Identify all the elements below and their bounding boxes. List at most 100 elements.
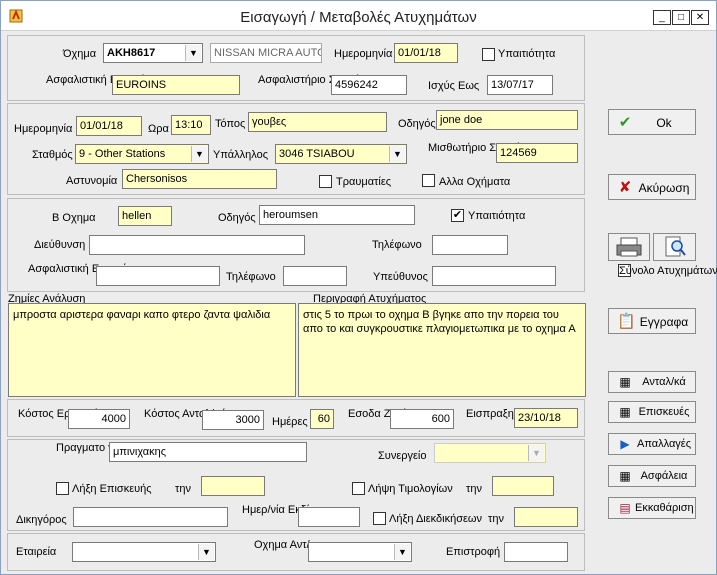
print-button[interactable] [608, 233, 650, 261]
lawyer-label: Δικηγόρος [16, 514, 67, 526]
repairs-button[interactable]: ▦ Επισκευές [608, 401, 696, 423]
rental-field[interactable]: 124569 [496, 143, 578, 163]
employee-select[interactable]: 3046 TSIABOU ▼ [275, 144, 407, 164]
return-field[interactable] [504, 542, 568, 562]
labor-cost-field[interactable]: 4000 [68, 409, 130, 429]
rental-label: Μισθωτήριο Συμβόλαιο [428, 142, 541, 154]
clearance-button[interactable]: ▤ Εκκαθάριση [608, 497, 696, 519]
vehicle-date-field[interactable]: 01/01/18 [394, 43, 458, 63]
preview-button[interactable] [653, 233, 696, 261]
vehicle-panel: Όχημα AKH8617 ▼ NISSAN MICRA AUTO Ημερομη… [7, 35, 585, 101]
parts-button[interactable]: ▦ Ανταλ/κά [608, 371, 696, 393]
close-button[interactable]: ✕ [691, 10, 709, 25]
repair-end-label: Λήξη Επισκευής [72, 483, 152, 495]
minimize-button[interactable]: _ [653, 10, 671, 25]
b-suspect-checkbox[interactable]: ✔ [451, 209, 464, 222]
return-label: Επιστροφή [446, 546, 501, 558]
place-label: Τόπος [215, 118, 246, 130]
maximize-button[interactable]: □ [672, 10, 690, 25]
chevron-down-icon[interactable]: ▼ [185, 45, 201, 61]
repair-end-date-field[interactable] [201, 476, 265, 496]
station-select[interactable]: 9 - Other Stations ▼ [75, 144, 209, 164]
chevron-down-icon[interactable]: ▼ [191, 146, 207, 162]
policy-label: Ασφαλιστήριο Συμβόλαιο [258, 74, 381, 86]
description-textarea[interactable]: στις 5 το πρωι το οχημα Β βγηκε απο την … [298, 303, 586, 397]
b-insurer-label: Ασφαλιστική Εταιρεία [28, 263, 133, 275]
ok-button[interactable]: ✔ Ok [608, 109, 696, 135]
garage-select[interactable]: ▼ [434, 443, 546, 463]
chevron-down-icon[interactable]: ▼ [528, 445, 544, 461]
b-driver-field[interactable]: heroumsen [259, 205, 415, 225]
address-label: Διεύθυνση [34, 239, 86, 251]
damages-textarea[interactable]: μπροστα αριστερα φαναρι καπο φτερο ζαντα… [8, 303, 296, 397]
repair-end-checkbox[interactable] [56, 482, 69, 495]
claims-end-date-field[interactable] [514, 507, 578, 527]
invoice-date-field[interactable] [492, 476, 554, 496]
claims-end-label: Λήξη Διεκδικήσεων [389, 513, 482, 525]
address-field[interactable] [89, 235, 305, 255]
total-accidents-label: Σύνολο Ατυχημάτων [619, 265, 717, 277]
accident-date-field[interactable]: 01/01/18 [76, 116, 142, 136]
window-title: Εισαγωγή / Μεταβολές Ατυχημάτων [240, 9, 477, 26]
driver-field[interactable]: jone doe [436, 110, 578, 130]
documents-button[interactable]: 📋 Εγγραφα [608, 308, 696, 334]
valid-until-label: Ισχύς Εως [428, 80, 480, 92]
repair-end-on-label: την [175, 483, 191, 495]
assessor-field[interactable]: μπινιχακης [109, 442, 307, 462]
play-circle-icon: ▶ [620, 437, 630, 451]
station-value: 9 - Other Stations [79, 148, 166, 160]
parts-cost-field[interactable]: 3000 [202, 410, 264, 430]
driver-label: Οδηγός [398, 118, 436, 130]
title-bar: Εισαγωγή / Μεταβολές Ατυχημάτων _ □ ✕ [1, 1, 716, 31]
accident-date-label: Ημερομηνία [14, 123, 73, 135]
clipboard-icon: 📋 [617, 313, 636, 330]
check-icon: ✔ [618, 114, 632, 131]
labor-cost-label: Κόστος Εργασιών [18, 408, 106, 420]
cancel-button[interactable]: ✘ Ακύρωση [608, 174, 696, 200]
trial-date-label: Ημερ/νία Εκδίκασης [242, 504, 340, 516]
valid-until-field[interactable]: 13/07/17 [487, 75, 553, 95]
vehicle-date-label: Ημερομηνία [334, 48, 393, 60]
accident-window: Εισαγωγή / Μεταβολές Ατυχημάτων _ □ ✕ Όχ… [0, 0, 717, 575]
company-label: Εταιρεία [16, 546, 57, 558]
magnifier-icon [665, 236, 686, 257]
claims-end-on-label: την [488, 513, 504, 525]
b-vehicle-label: Β Οχημα [52, 212, 96, 224]
claims-end-checkbox[interactable] [373, 512, 386, 525]
other-vehicles-checkbox[interactable] [422, 174, 435, 187]
invoice-checkbox[interactable] [352, 482, 365, 495]
counter-vehicle-select[interactable]: ▼ [308, 542, 412, 562]
insurance-button[interactable]: ▦ Ασφάλεια [608, 465, 696, 487]
insurer-label: Ασφαλιστική Εταιρεία [46, 74, 151, 86]
suspect-checkbox[interactable] [482, 48, 495, 61]
accident-panel: Ημερομηνία 01/01/18 Ωρα 13:10 Τόπος γουβ… [7, 103, 585, 195]
place-field[interactable]: γουβες [248, 112, 387, 132]
trial-date-field[interactable] [298, 507, 360, 527]
parts-cost-label: Κόστος Ανταλ/κών [144, 408, 234, 420]
collected-field[interactable]: 23/10/18 [514, 408, 578, 428]
chevron-down-icon[interactable]: ▼ [389, 146, 405, 162]
responsible-field[interactable] [432, 266, 556, 286]
injuries-checkbox[interactable] [319, 175, 332, 188]
chevron-down-icon[interactable]: ▼ [198, 544, 214, 560]
time-label: Ωρα [148, 123, 169, 135]
exemptions-button[interactable]: ▶ Απαλλαγές [608, 433, 696, 455]
vehicle-plate-select[interactable]: AKH8617 ▼ [103, 43, 203, 63]
income-field[interactable]: 600 [390, 409, 454, 429]
income-label: Εσοδα Ζημίας [348, 408, 418, 420]
lawyer-field[interactable] [73, 507, 228, 527]
phone-field[interactable] [432, 235, 508, 255]
b-insurer-field[interactable] [96, 266, 220, 286]
insurer-field[interactable]: EUROINS [112, 75, 240, 95]
days-field[interactable]: 60 [310, 409, 334, 429]
vehicle-label: Όχημα [63, 48, 97, 60]
company-select[interactable]: ▼ [72, 542, 216, 562]
time-field[interactable]: 13:10 [171, 115, 211, 135]
policy-field[interactable]: 4596242 [331, 75, 407, 95]
chevron-down-icon[interactable]: ▼ [394, 544, 410, 560]
pattern-icon: ▦ [619, 469, 631, 483]
police-field[interactable]: Chersonisos [122, 169, 277, 189]
b-driver-label: Οδηγός [218, 212, 256, 224]
b-vehicle-field[interactable]: hellen [118, 206, 172, 226]
phone2-field[interactable] [283, 266, 347, 286]
